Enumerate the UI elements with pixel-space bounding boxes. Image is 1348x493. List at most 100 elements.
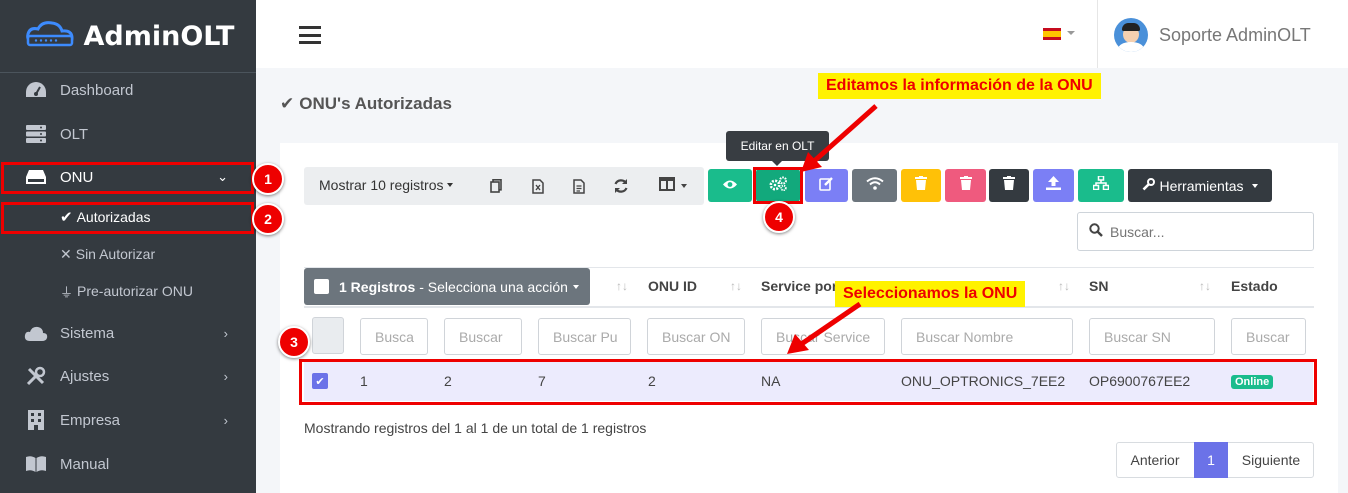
brand-name: AdminOLT — [83, 20, 235, 52]
gauge-icon — [24, 81, 48, 99]
avatar[interactable] — [1114, 18, 1148, 52]
caret-down-icon — [681, 184, 687, 188]
chevron-right-icon: › — [223, 325, 228, 341]
filter-input[interactable]: Buscar ON — [647, 318, 745, 355]
sort-icon[interactable]: ↑↓ — [1199, 279, 1211, 293]
filter-input[interactable]: Buscar SN — [1089, 318, 1215, 355]
columns-dropdown[interactable] — [656, 176, 690, 196]
sidebar-item-label: Dashboard — [60, 81, 134, 99]
check-icon: ✔ — [280, 94, 295, 113]
sidebar-item-dashboard[interactable]: Dashboard — [0, 72, 256, 108]
sidebar-item-sistema[interactable]: Sistema › — [0, 315, 256, 351]
sidebar-subitem-pre-autorizar[interactable]: ⏚ Pre-autorizar ONU — [0, 275, 256, 307]
filter-input[interactable]: Buscar — [1231, 318, 1306, 355]
csv-file-icon[interactable] — [571, 176, 587, 196]
sidebar-item-label: OLT — [60, 125, 89, 143]
filter-input[interactable]: Busca — [360, 318, 428, 355]
step-badge: 1 — [252, 163, 284, 195]
trash-icon — [1003, 176, 1015, 195]
wifi-button[interactable] — [852, 169, 897, 202]
sidebar-subitem-sin-autorizar[interactable]: ✕ Sin Autorizar — [0, 238, 256, 270]
delete-pink-button[interactable] — [945, 169, 986, 202]
copy-icon[interactable] — [488, 176, 504, 196]
edit-button[interactable] — [805, 169, 848, 202]
excel-icon[interactable] — [530, 176, 546, 196]
sidebar-item-label: Ajustes — [60, 367, 110, 385]
trash-icon — [915, 176, 927, 195]
column-header-estado[interactable]: Estado — [1231, 278, 1278, 294]
wrench-icon — [1142, 177, 1156, 194]
checkbox[interactable] — [314, 279, 329, 294]
tooltip: Editar en OLT — [726, 131, 829, 161]
spain-flag-icon[interactable] — [1043, 28, 1061, 40]
column-header-service-port[interactable]: Service por — [761, 278, 837, 294]
step-badge: 2 — [252, 203, 284, 235]
filter-input[interactable]: Buscar Service — [761, 318, 885, 355]
filter-input[interactable]: Buscar — [444, 318, 522, 355]
user-name[interactable]: Soporte AdminOLT — [1159, 25, 1311, 46]
sitemap-icon — [1092, 175, 1110, 195]
trash-icon — [959, 176, 972, 195]
sort-icon[interactable]: ↑↓ — [730, 279, 742, 293]
select-action-dropdown[interactable]: 1 Registros - Selecciona una acción — [304, 268, 590, 305]
router-cloud-icon — [22, 18, 78, 55]
highlight-box — [1, 202, 254, 234]
tooltip-arrow — [772, 161, 782, 166]
delete-dark-button[interactable] — [989, 169, 1029, 202]
plug-icon: ⏚ — [60, 284, 74, 300]
upload-icon — [1046, 176, 1061, 195]
step-badge: 3 — [278, 326, 310, 358]
highlight-box — [753, 167, 803, 204]
column-header-onu-id[interactable]: ONU ID — [648, 278, 697, 294]
edit-icon — [819, 176, 834, 196]
search-input[interactable] — [1110, 221, 1300, 243]
sidebar-item-ajustes[interactable]: Ajustes › — [0, 358, 256, 394]
server-icon — [24, 125, 48, 143]
filter-checkbox-cell — [312, 317, 344, 354]
column-header-sn[interactable]: SN — [1089, 278, 1108, 294]
columns-icon — [659, 176, 675, 196]
table-header-border — [304, 306, 1314, 308]
sidebar-item-label: Empresa — [60, 411, 121, 429]
callout-select: Seleccionamos la ONU — [835, 281, 1026, 307]
view-button[interactable] — [708, 169, 752, 202]
sidebar-item-empresa[interactable]: Empresa › — [0, 402, 256, 438]
prev-button[interactable]: Anterior — [1116, 442, 1194, 478]
tools-dropdown-button[interactable]: Herramientas — [1128, 169, 1272, 202]
highlight-box — [299, 359, 1317, 405]
filter-input[interactable]: Buscar Pu — [538, 318, 631, 355]
step-badge: 4 — [763, 201, 795, 233]
brand[interactable]: AdminOLT — [0, 0, 256, 72]
sitemap-button[interactable] — [1078, 169, 1124, 202]
chevron-right-icon: › — [223, 368, 228, 384]
caret-down-icon — [572, 284, 579, 289]
search-icon — [1089, 223, 1103, 242]
book-icon — [24, 455, 48, 473]
callout-edit: Editamos la información de la ONU — [818, 73, 1101, 99]
caret-down-icon — [447, 183, 454, 187]
pagination-info: Mostrando registros del 1 al 1 de un tot… — [304, 420, 647, 436]
next-button[interactable]: Siguiente — [1228, 442, 1314, 478]
hamburger-menu-icon[interactable] — [299, 26, 321, 44]
x-icon: ✕ — [60, 245, 72, 262]
wifi-icon — [865, 176, 884, 195]
show-records-dropdown[interactable]: Mostrar 10 registros — [319, 177, 454, 193]
eye-icon — [722, 177, 738, 195]
sort-icon[interactable]: ↑↓ — [616, 279, 628, 293]
sort-icon[interactable]: ↑↓ — [1058, 279, 1070, 293]
delete-yellow-button[interactable] — [901, 169, 941, 202]
topbar-divider — [1097, 0, 1098, 68]
filter-input[interactable]: Buscar Nombre — [901, 318, 1073, 355]
sidebar-item-label: Sistema — [60, 324, 115, 342]
caret-down-icon — [1067, 31, 1075, 35]
sidebar-item-olt[interactable]: OLT — [0, 116, 256, 152]
refresh-icon[interactable] — [612, 176, 630, 196]
chevron-right-icon: › — [223, 412, 228, 428]
building-icon — [24, 410, 48, 430]
page-title: ✔ ONU's Autorizadas — [280, 94, 452, 113]
sidebar-item-manual[interactable]: Manual — [0, 446, 256, 482]
sidebar-subitem-label: Sin Autorizar — [75, 246, 156, 262]
highlight-box — [1, 162, 254, 194]
upload-button[interactable] — [1033, 169, 1074, 202]
page-button[interactable]: 1 — [1194, 442, 1228, 478]
